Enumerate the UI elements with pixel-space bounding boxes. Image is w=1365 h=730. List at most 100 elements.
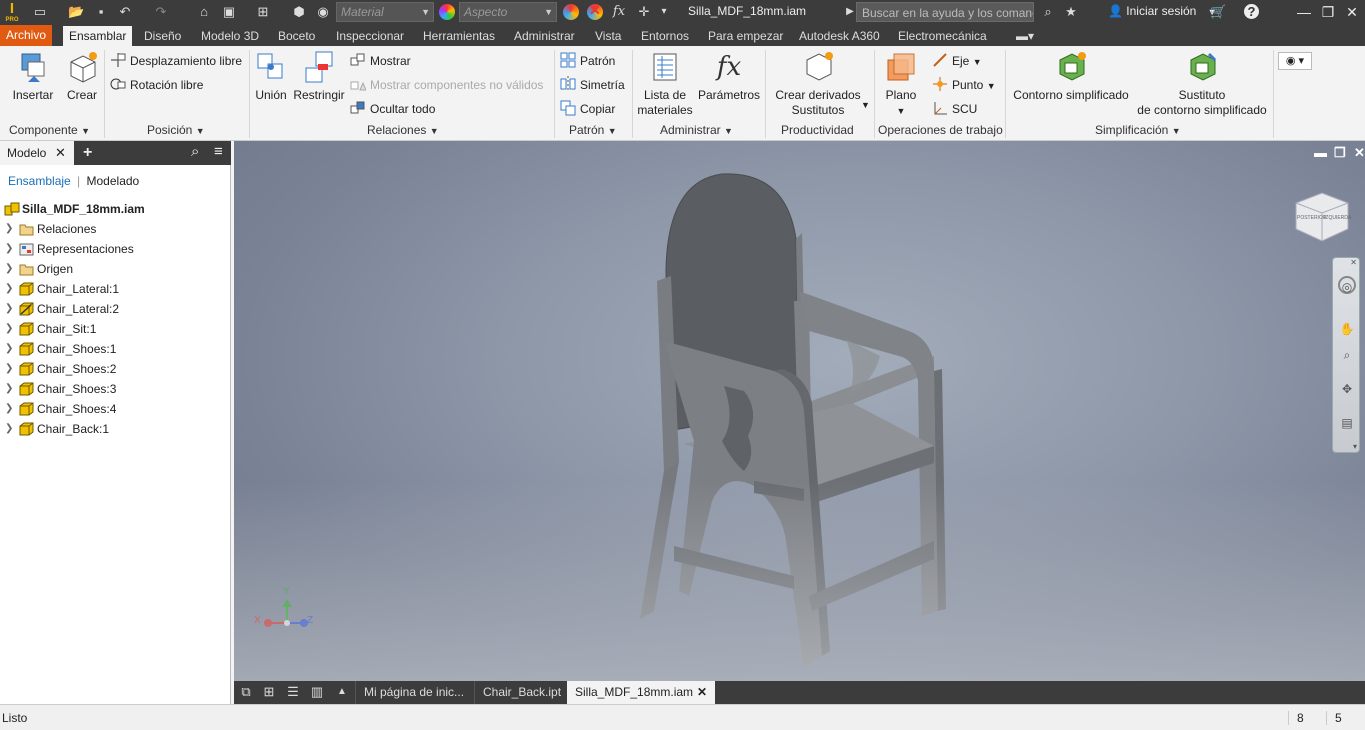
help-search-input[interactable]: Buscar en la ayuda y los comandos — [856, 2, 1034, 22]
desplazamiento-libre-button[interactable]: Desplazamiento libre — [110, 52, 242, 70]
redo-icon[interactable]: ↷ — [153, 4, 169, 20]
panel-title-patron[interactable]: Patrón ▼ — [569, 123, 617, 137]
expand-chevron-icon[interactable]: ❯ — [5, 359, 13, 379]
expand-chevron-icon[interactable]: ❯ — [5, 319, 13, 339]
clear-appearance-icon[interactable]: ✕ — [587, 2, 603, 20]
crear-button[interactable]: Crear — [62, 50, 102, 103]
tab-diseno[interactable]: Diseño — [138, 26, 187, 46]
plano-button[interactable]: Plano ▼ — [880, 50, 922, 119]
app-logo[interactable]: I PRO — [3, 1, 21, 24]
search-icon[interactable]: ⌕ — [191, 143, 199, 160]
mode-ensamblaje[interactable]: Ensamblaje — [8, 174, 71, 188]
tab-boceto[interactable]: Boceto — [272, 26, 321, 46]
close-window-button[interactable]: ✕ — [1338, 2, 1365, 22]
panel-title-simplificacion[interactable]: Simplificación ▼ — [1095, 123, 1181, 137]
tree-item[interactable]: ❯ Chair_Shoes:4 — [0, 399, 231, 419]
tab-electromecanica[interactable]: Electromecánica — [892, 26, 993, 46]
tree-item[interactable]: ❯ Chair_Shoes:2 — [0, 359, 231, 379]
new-file-icon[interactable]: ▭ — [32, 4, 48, 20]
search-binoculars-icon[interactable]: ⌕ — [1040, 4, 1056, 20]
adjust-appearance-icon[interactable] — [563, 4, 579, 20]
tab-archivo[interactable]: Archivo — [0, 25, 53, 46]
cart-icon[interactable]: 🛒 — [1210, 4, 1226, 20]
favorites-star-icon[interactable]: ★ — [1063, 4, 1079, 20]
panel-title-posicion[interactable]: Posición ▼ — [147, 123, 205, 137]
viewcube[interactable]: POSTERIOR IZQUIERDA — [1292, 185, 1351, 243]
panel-title-relaciones[interactable]: Relaciones ▼ — [367, 123, 439, 137]
orbit-icon[interactable]: ✥ — [1338, 380, 1356, 398]
punto-button[interactable]: Punto ▼ — [932, 76, 996, 94]
tile-vertical-icon[interactable]: ▥ — [308, 684, 326, 700]
add-tab-icon[interactable]: + — [83, 141, 92, 165]
union-button[interactable]: Unión — [253, 50, 289, 103]
expand-chevron-icon[interactable]: ❯ — [5, 299, 13, 319]
tile-horizontal-icon[interactable]: ☰ — [284, 684, 302, 700]
chevron-down-icon[interactable]: ▼ — [861, 100, 870, 110]
tab-vista[interactable]: Vista — [589, 26, 627, 46]
patron-button[interactable]: Patrón — [560, 52, 615, 70]
steering-wheel-icon[interactable]: ◎ — [1338, 276, 1356, 294]
tree-item[interactable]: ❯ Relaciones — [0, 219, 231, 239]
tab-modelo-3d[interactable]: Modelo 3D — [195, 26, 265, 46]
lista-materiales-button[interactable]: Lista de materiales — [636, 50, 694, 118]
tree-root[interactable]: Silla_MDF_18mm.iam — [0, 199, 231, 219]
expand-chevron-icon[interactable]: ❯ — [5, 219, 13, 239]
close-icon[interactable]: ✕ — [697, 681, 707, 704]
signin-button[interactable]: 👤 Iniciar sesión ▼ — [1108, 4, 1217, 18]
save-icon[interactable]: ▪ — [93, 4, 109, 20]
expand-tabs-icon[interactable]: ▲ — [333, 684, 351, 700]
tree-item[interactable]: ❯ Chair_Shoes:1 — [0, 339, 231, 359]
tree-item[interactable]: ❯ Chair_Back:1 — [0, 419, 231, 439]
mostrar-button[interactable]: Mostrar — [350, 52, 411, 70]
help-icon[interactable]: ? — [1244, 4, 1259, 19]
customize-icon[interactable]: ▾ — [656, 4, 672, 20]
panel-title-administrar[interactable]: Administrar ▼ — [660, 123, 733, 137]
color-wheel-icon[interactable] — [439, 4, 455, 20]
open-icon[interactable]: 📂 — [68, 4, 84, 20]
tab-administrar[interactable]: Administrar — [508, 26, 581, 46]
contorno-simplificado-button[interactable]: Contorno simplificado — [1010, 50, 1132, 103]
tab-modelo[interactable]: Modelo ✕ — [0, 141, 74, 165]
expand-chevron-icon[interactable]: ❯ — [5, 279, 13, 299]
appearance-sphere-icon[interactable]: ◉ — [315, 4, 331, 20]
tab-ensamblar[interactable]: Ensamblar — [63, 26, 133, 46]
expand-chevron-icon[interactable]: ❯ — [5, 259, 13, 279]
tab-autodesk-a360[interactable]: Autodesk A360 — [793, 26, 886, 46]
close-icon[interactable]: ✕ — [55, 141, 66, 165]
chair-model[interactable] — [234, 141, 1365, 681]
expand-chevron-icon[interactable]: ❯ — [5, 419, 13, 439]
undo-icon[interactable]: ↶ — [117, 4, 133, 20]
expand-chevron-icon[interactable]: ❯ — [5, 239, 13, 259]
tree-item[interactable]: ❯ Chair_Shoes:3 — [0, 379, 231, 399]
tree-item[interactable]: ❯ Chair_Sit:1 — [0, 319, 231, 339]
expand-chevron-icon[interactable]: ❯ — [5, 399, 13, 419]
cascade-windows-icon[interactable]: ⧉ — [237, 684, 255, 700]
menu-icon[interactable]: ≡ — [214, 143, 223, 160]
update-icon[interactable]: ▣ — [221, 4, 237, 20]
tree-item[interactable]: ❯ Chair_Lateral:2 — [0, 299, 231, 319]
appearance-combo[interactable]: Aspecto ▼ — [459, 2, 557, 22]
doc-tab-active[interactable]: Silla_MDF_18mm.iam ✕ — [567, 681, 715, 704]
select-icon[interactable]: ⊞ — [255, 4, 271, 20]
tab-entornos[interactable]: Entornos — [635, 26, 695, 46]
mode-modelado[interactable]: Modelado — [87, 174, 140, 188]
tree-item[interactable]: ❯ Origen — [0, 259, 231, 279]
rotacion-libre-button[interactable]: Rotación libre — [110, 76, 203, 94]
restringir-button[interactable]: Restringir — [292, 50, 346, 103]
expand-chevron-icon[interactable]: ❯ — [5, 379, 13, 399]
insertar-button[interactable]: Insertar — [8, 50, 58, 103]
home-icon[interactable]: ⌂ — [196, 4, 212, 20]
navbar-customize-icon[interactable]: ▾ — [1353, 442, 1357, 451]
crear-derivados-button[interactable]: Crear derivados Sustitutos — [770, 50, 866, 118]
scu-button[interactable]: SCU — [932, 100, 977, 118]
sustituto-contorno-button[interactable]: Sustituto de contorno simplificado — [1134, 50, 1270, 118]
tab-inspeccionar[interactable]: Inspeccionar — [330, 26, 410, 46]
video-camera-icon[interactable]: ▬▾ — [1010, 26, 1040, 46]
material-combo[interactable]: Material ▼ — [336, 2, 434, 22]
ribbon-options-button[interactable]: ◉ ▾ — [1278, 52, 1312, 70]
navbar-close-icon[interactable]: ✕ — [1350, 258, 1357, 267]
panel-title-componente[interactable]: Componente ▼ — [9, 123, 90, 137]
tile-windows-icon[interactable]: ⊞ — [260, 684, 278, 700]
zoom-icon[interactable]: ⌕ — [1338, 346, 1356, 364]
eje-button[interactable]: Eje ▼ — [932, 52, 982, 70]
